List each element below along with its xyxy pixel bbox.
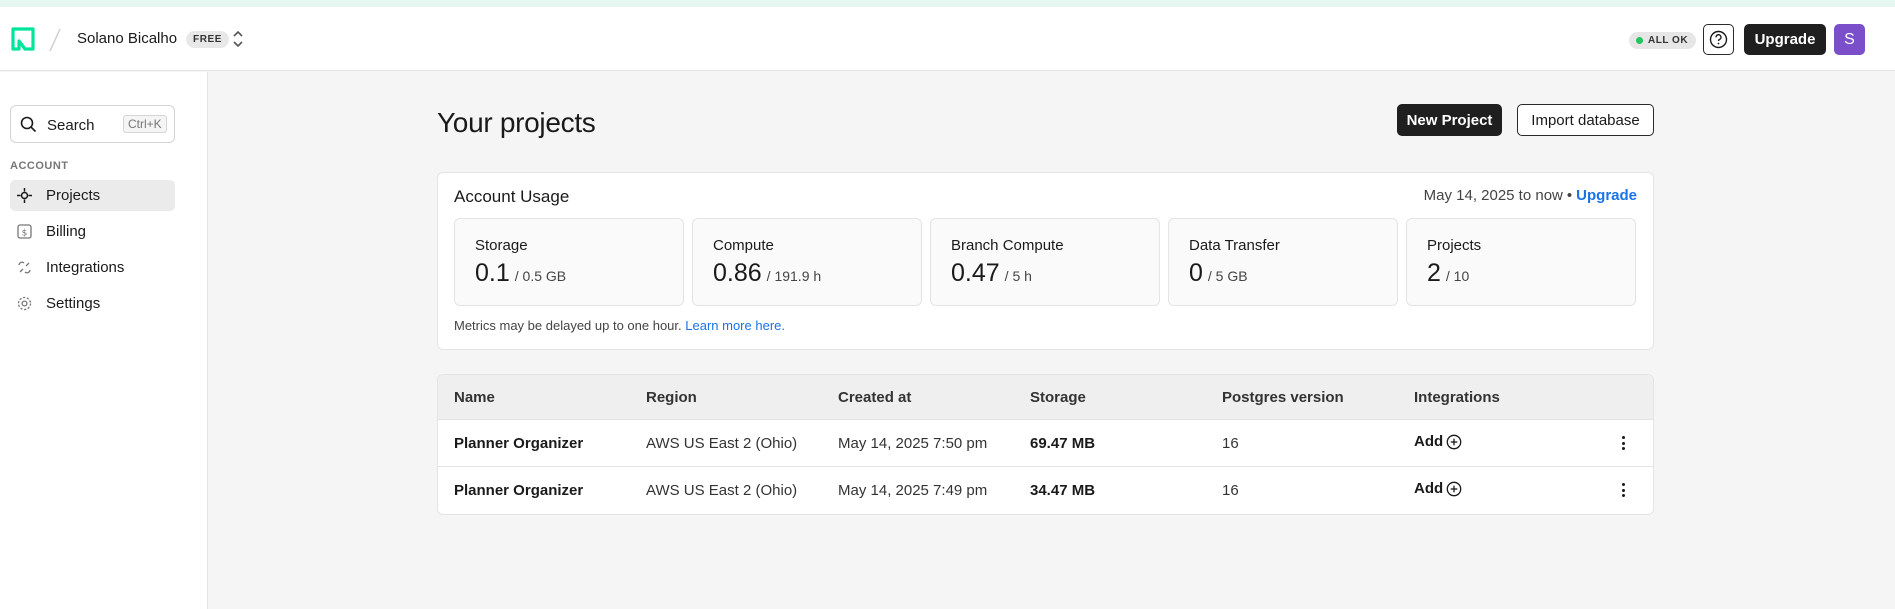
metric-name: Branch Compute — [951, 237, 1064, 254]
project-storage: 34.47 MB — [1030, 482, 1096, 499]
column-header[interactable]: Name — [454, 389, 495, 406]
row-menu-icon[interactable] — [1619, 481, 1627, 499]
usage-range-text: May 14, 2025 to now — [1423, 187, 1563, 204]
project-name[interactable]: Planner Organizer — [454, 482, 583, 499]
metric-value: 0.86 — [713, 259, 762, 287]
plus-circle-icon — [1446, 434, 1462, 449]
project-name[interactable]: Planner Organizer — [454, 435, 583, 452]
plan-badge: FREE — [186, 31, 230, 48]
sidebar: Search Ctrl+K ACCOUNT Projects $ Billing… — [0, 72, 208, 609]
help-button[interactable] — [1703, 24, 1734, 55]
org-switcher-chevron-icon[interactable] — [231, 28, 245, 50]
metric-value: 0.1 — [475, 259, 510, 287]
metric-name: Data Transfer — [1189, 237, 1280, 254]
metric-branch-compute: Branch Compute 0.47/ 5 h — [930, 218, 1160, 306]
learn-more-link[interactable]: Learn more here. — [685, 318, 785, 333]
neon-logo-icon[interactable] — [10, 26, 36, 52]
breadcrumb-separator — [49, 28, 61, 52]
new-project-button[interactable]: New Project — [1397, 104, 1502, 136]
metric-limit: / 10 — [1445, 268, 1470, 284]
sidebar-item-label: Settings — [46, 295, 101, 312]
metric-limit: / 0.5 GB — [514, 268, 567, 284]
help-icon — [1709, 30, 1728, 49]
account-usage-card: Account Usage May 14, 2025 to now • Upgr… — [437, 172, 1654, 350]
svg-text:$: $ — [22, 228, 28, 238]
usage-note: Metrics may be delayed up to one hour. L… — [454, 318, 785, 333]
search-icon — [20, 116, 37, 133]
sidebar-item-billing[interactable]: $ Billing — [10, 216, 175, 247]
sidebar-item-label: Integrations — [46, 259, 125, 276]
metric-value: 0 — [1189, 259, 1203, 287]
search-button[interactable]: Search Ctrl+K — [10, 105, 175, 143]
add-integration-label: Add — [1414, 480, 1444, 497]
org-name[interactable]: Solano Bicalho — [77, 30, 177, 47]
add-integration-label: Add — [1414, 433, 1444, 450]
sidebar-item-integrations[interactable]: Integrations — [10, 252, 175, 283]
metric-name: Storage — [475, 237, 528, 254]
metric-limit: / 191.9 h — [766, 268, 822, 284]
main-content: Your projects New Project Import databas… — [209, 72, 1895, 609]
table-row[interactable]: Planner Organizer AWS US East 2 (Ohio) M… — [438, 467, 1653, 514]
project-region: AWS US East 2 (Ohio) — [646, 482, 798, 499]
column-header[interactable]: Storage — [1030, 389, 1086, 406]
project-storage: 69.47 MB — [1030, 435, 1096, 452]
metric-value: 0.47 — [951, 259, 1000, 287]
metric-compute: Compute 0.86/ 191.9 h — [692, 218, 922, 306]
project-created: May 14, 2025 7:49 pm — [838, 482, 988, 499]
project-pg-version: 16 — [1222, 482, 1239, 499]
billing-icon: $ — [17, 224, 32, 239]
table-header: Name Region Created at Storage Postgres … — [438, 375, 1653, 420]
status-dot-icon — [1636, 37, 1643, 44]
metric-projects: Projects 2/ 10 — [1406, 218, 1636, 306]
usage-range: May 14, 2025 to now • Upgrade — [1424, 187, 1637, 204]
plus-circle-icon — [1446, 481, 1462, 496]
projects-icon — [17, 188, 32, 203]
upgrade-button[interactable]: Upgrade — [1744, 24, 1826, 55]
sidebar-item-settings[interactable]: Settings — [10, 288, 175, 319]
project-pg-version: 16 — [1222, 435, 1239, 452]
search-label: Search — [47, 117, 95, 134]
gear-icon — [17, 296, 32, 311]
add-integration-button[interactable]: Add — [1414, 480, 1462, 497]
metric-storage: Storage 0.1/ 0.5 GB — [454, 218, 684, 306]
column-header[interactable]: Created at — [838, 389, 911, 406]
status-badge[interactable]: ALL OK — [1629, 32, 1697, 49]
usage-range-separator: • — [1566, 187, 1573, 204]
metric-data-transfer: Data Transfer 0/ 5 GB — [1168, 218, 1398, 306]
section-label-account: ACCOUNT — [10, 160, 69, 172]
column-header[interactable]: Postgres version — [1222, 389, 1344, 406]
usage-title: Account Usage — [454, 187, 570, 206]
search-shortcut: Ctrl+K — [123, 115, 167, 133]
project-created: May 14, 2025 7:50 pm — [838, 435, 988, 452]
metric-name: Compute — [713, 237, 774, 254]
top-accent-strip — [0, 0, 1895, 7]
usage-upgrade-link[interactable]: Upgrade — [1576, 187, 1637, 204]
sidebar-item-label: Projects — [46, 187, 101, 204]
page-title: Your projects — [437, 107, 596, 138]
usage-note-text: Metrics may be delayed up to one hour. — [454, 318, 682, 333]
top-bar: Solano Bicalho FREE ALL OK Upgrade S — [0, 7, 1895, 71]
metric-name: Projects — [1427, 237, 1482, 254]
table-row[interactable]: Planner Organizer AWS US East 2 (Ohio) M… — [438, 420, 1653, 467]
metric-limit: / 5 h — [1004, 268, 1032, 284]
status-text: ALL OK — [1648, 35, 1689, 46]
metric-limit: / 5 GB — [1207, 268, 1248, 284]
sidebar-item-projects[interactable]: Projects — [10, 180, 175, 211]
projects-table: Name Region Created at Storage Postgres … — [437, 374, 1654, 515]
column-header[interactable]: Region — [646, 389, 697, 406]
import-database-button[interactable]: Import database — [1517, 104, 1654, 136]
avatar[interactable]: S — [1834, 24, 1865, 55]
column-header[interactable]: Integrations — [1414, 389, 1500, 406]
add-integration-button[interactable]: Add — [1414, 433, 1462, 450]
integrations-icon — [18, 261, 31, 274]
sidebar-item-label: Billing — [46, 223, 87, 240]
metric-value: 2 — [1427, 259, 1441, 287]
project-region: AWS US East 2 (Ohio) — [646, 435, 798, 452]
row-menu-icon[interactable] — [1619, 434, 1627, 452]
